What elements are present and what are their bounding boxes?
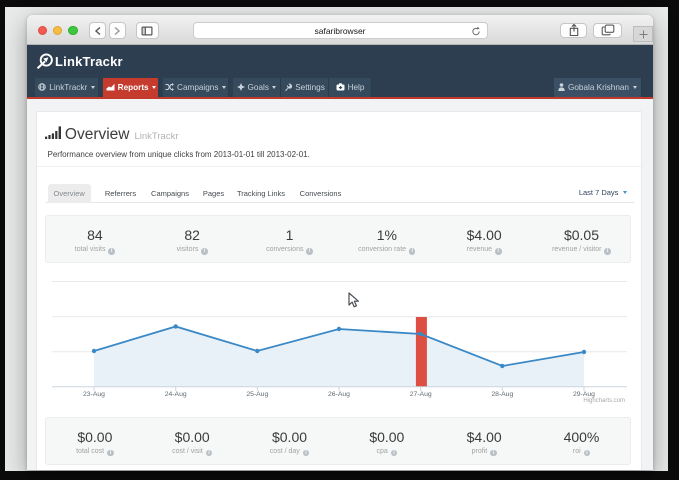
svg-text:26-Aug: 26-Aug bbox=[328, 391, 350, 398]
svg-text:25-Aug: 25-Aug bbox=[246, 391, 268, 398]
svg-text:Highcharts.com: Highcharts.com bbox=[583, 398, 625, 404]
svg-text:23-Aug: 23-Aug bbox=[83, 391, 105, 398]
svg-text:28-Aug: 28-Aug bbox=[491, 391, 513, 398]
svg-text:29-Aug: 29-Aug bbox=[573, 391, 595, 398]
svg-text:24-Aug: 24-Aug bbox=[164, 391, 186, 398]
svg-text:27-Aug: 27-Aug bbox=[409, 391, 431, 398]
